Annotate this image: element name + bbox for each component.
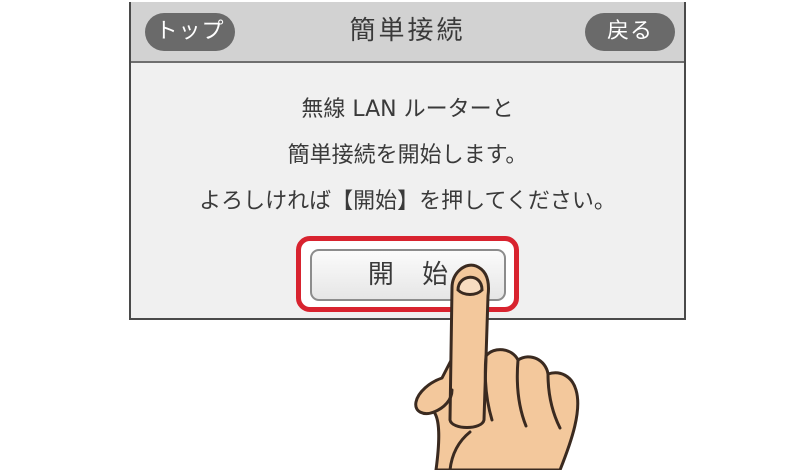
pointing-hand-icon — [414, 263, 580, 470]
illustration: トップ 簡単接続 戻る 無線 LAN ルーターと 簡単接続を開始します。 よろし… — [0, 0, 800, 470]
hand-palm — [414, 298, 580, 470]
